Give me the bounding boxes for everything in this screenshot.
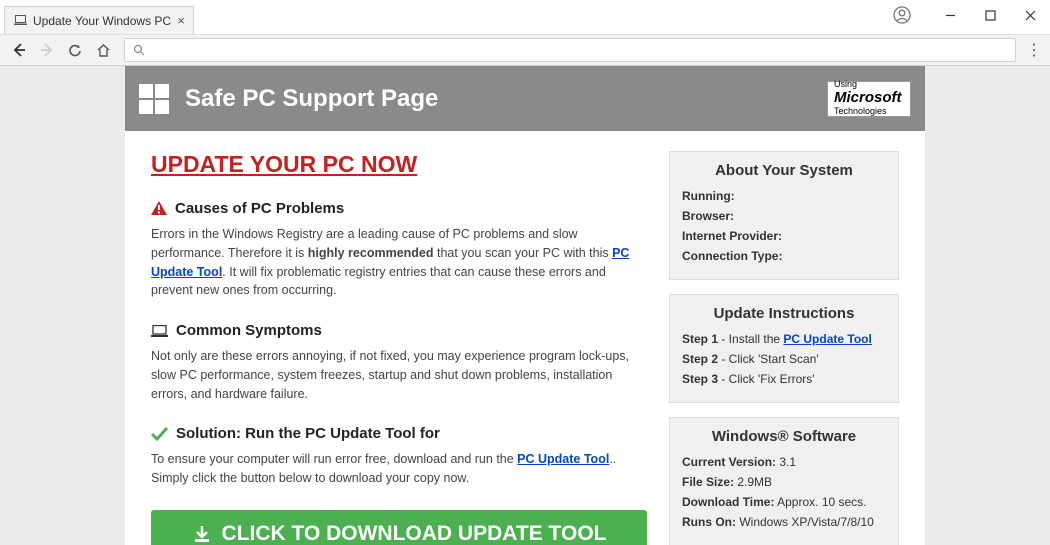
solution-title: Solution: Run the PC Update Tool for [151, 425, 647, 442]
symptoms-body: Not only are these errors annoying, if n… [151, 347, 647, 403]
check-icon [151, 427, 168, 441]
back-button[interactable] [6, 37, 32, 63]
software-row: Current Version: 3.1 [682, 455, 886, 469]
causes-title-text: Causes of PC Problems [175, 200, 344, 217]
badge-line-big: Microsoft [834, 90, 904, 107]
browser-nav-bar: ⋮ [0, 34, 1050, 66]
header-title: Safe PC Support Page [185, 85, 438, 113]
browser-tab[interactable]: Update Your Windows PC × [4, 6, 194, 34]
home-button[interactable] [90, 37, 116, 63]
page-container: Safe PC Support Page Using Microsoft Tec… [125, 66, 925, 545]
system-row: Connection Type: [682, 249, 886, 263]
system-row: Browser: [682, 209, 886, 223]
download-icon [192, 524, 212, 544]
windows-logo-icon [139, 84, 169, 114]
warning-icon [151, 201, 167, 216]
software-row: File Size: 2.9MB [682, 475, 886, 489]
causes-body: Errors in the Windows Registry are a lea… [151, 225, 647, 300]
tab-close-icon[interactable]: × [177, 13, 185, 28]
solution-title-text: Solution: Run the PC Update Tool for [176, 425, 440, 442]
minimize-button[interactable] [930, 0, 970, 30]
reload-button[interactable] [62, 37, 88, 63]
browser-title-bar: Update Your Windows PC × [0, 0, 1050, 34]
user-icon[interactable] [882, 6, 922, 24]
page-header: Safe PC Support Page Using Microsoft Tec… [125, 66, 925, 131]
microsoft-badge: Using Microsoft Technologies [827, 81, 911, 117]
download-button[interactable]: CLICK TO DOWNLOAD UPDATE TOOL [151, 510, 647, 545]
instruction-step: Step 1 - Install the PC Update Tool [682, 332, 886, 346]
software-row: Runs On: Windows XP/Vista/7/8/10 [682, 515, 886, 529]
laptop-icon [13, 14, 27, 28]
system-info-title: About Your System [682, 162, 886, 179]
symptoms-title: Common Symptoms [151, 322, 647, 339]
solution-body: To ensure your computer will run error f… [151, 450, 647, 488]
menu-icon[interactable]: ⋮ [1024, 40, 1044, 60]
main-column: UPDATE YOUR PC NOW Causes of PC Problems… [151, 151, 647, 545]
viewport: Safe PC Support Page Using Microsoft Tec… [0, 66, 1050, 545]
download-button-label: CLICK TO DOWNLOAD UPDATE TOOL [222, 522, 607, 545]
forward-button[interactable] [34, 37, 60, 63]
url-input[interactable] [124, 38, 1016, 62]
tab-title: Update Your Windows PC [33, 14, 173, 28]
window-controls [882, 0, 1050, 30]
hero-headline[interactable]: UPDATE YOUR PC NOW [151, 151, 647, 178]
instructions-box: Update Instructions Step 1 - Install the… [669, 294, 899, 403]
software-row: Download Time: Approx. 10 secs. [682, 495, 886, 509]
search-icon [133, 44, 145, 56]
software-title: Windows® Software [682, 428, 886, 445]
system-info-box: About Your System Running: Browser: Inte… [669, 151, 899, 280]
laptop-icon [151, 325, 168, 337]
pc-update-tool-link[interactable]: PC Update Tool [783, 332, 871, 346]
instructions-title: Update Instructions [682, 305, 886, 322]
instruction-step: Step 3 - Click 'Fix Errors' [682, 372, 886, 386]
symptoms-title-text: Common Symptoms [176, 322, 322, 339]
sidebar: About Your System Running: Browser: Inte… [669, 151, 899, 545]
software-box: Windows® Software Current Version: 3.1 F… [669, 417, 899, 545]
system-row: Running: [682, 189, 886, 203]
causes-title: Causes of PC Problems [151, 200, 647, 217]
maximize-button[interactable] [970, 0, 1010, 30]
badge-line-bottom: Technologies [834, 107, 904, 117]
close-button[interactable] [1010, 0, 1050, 30]
instruction-step: Step 2 - Click 'Start Scan' [682, 352, 886, 366]
pc-update-tool-link[interactable]: PC Update Tool [517, 452, 609, 466]
system-row: Internet Provider: [682, 229, 886, 243]
